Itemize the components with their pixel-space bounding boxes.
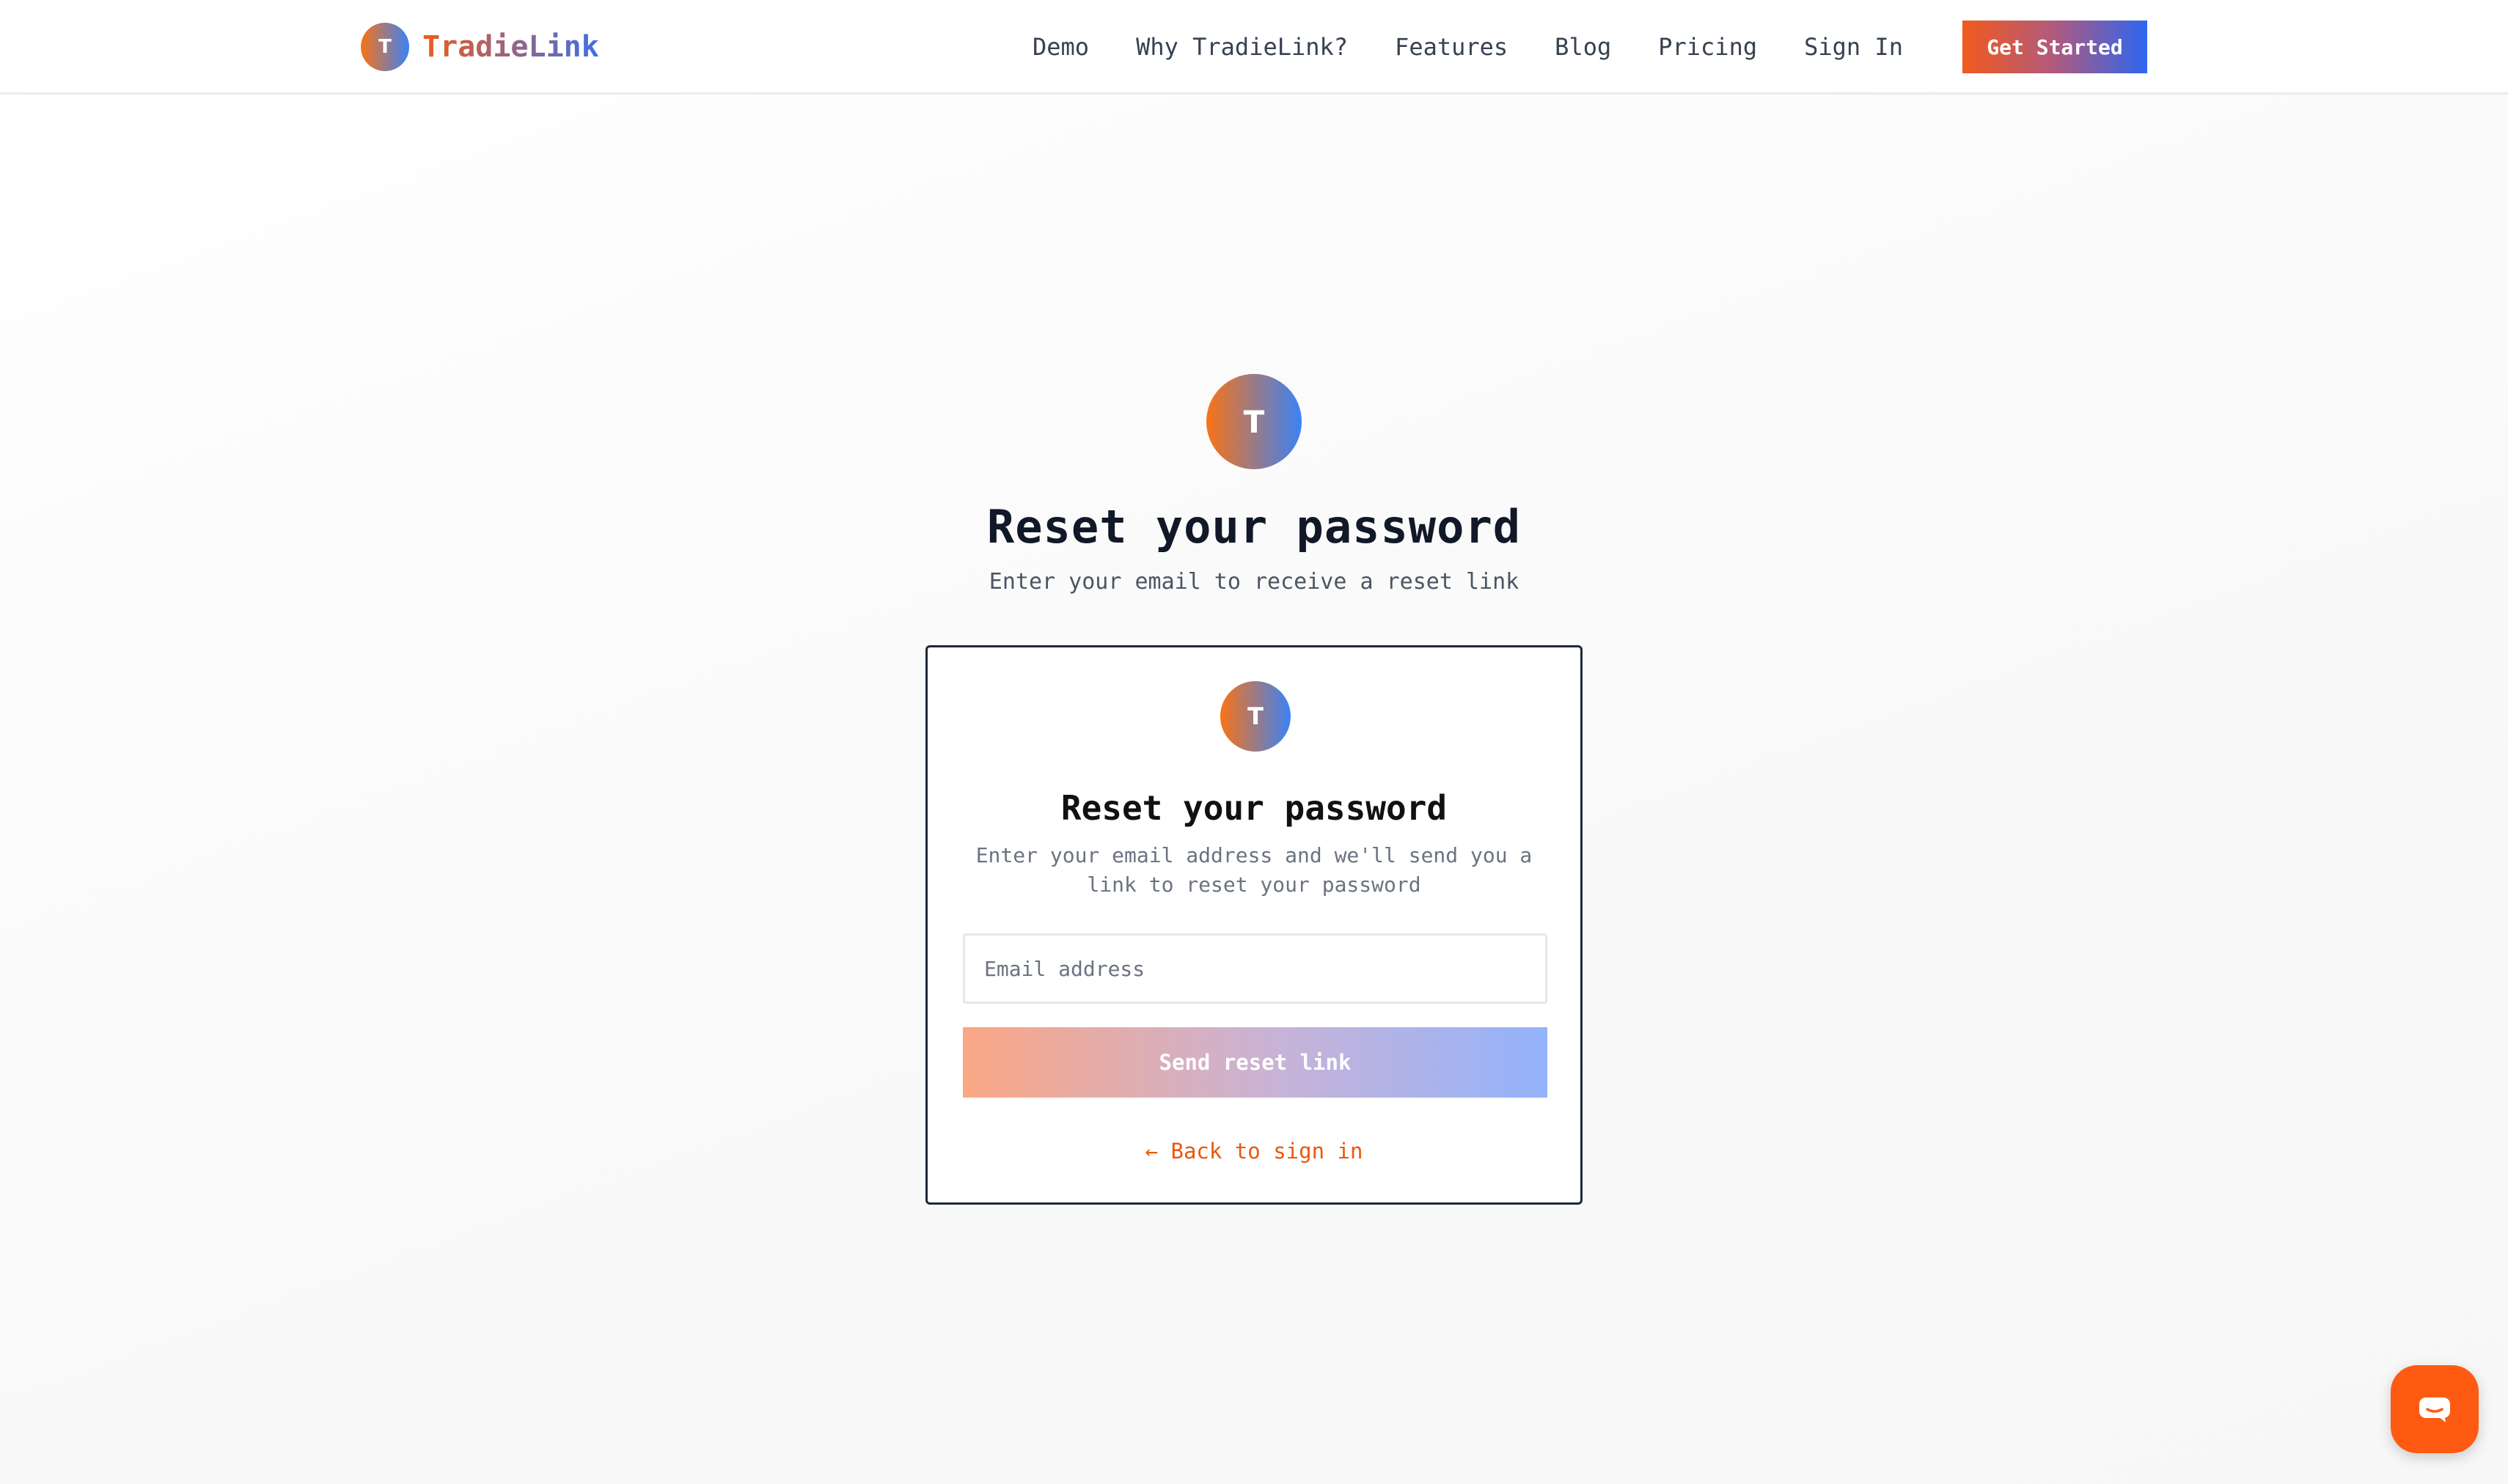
card-logo-icon: T (1220, 681, 1291, 752)
site-header: T TradieLink Demo Why TradieLink? Featur… (0, 0, 2508, 95)
main-nav: Demo Why TradieLink? Features Blog Prici… (1033, 21, 1903, 73)
page-title: Reset your password (986, 500, 1522, 554)
brand-name: TradieLink (422, 30, 599, 64)
send-reset-link-button[interactable]: Send reset link (963, 1027, 1547, 1098)
nav-demo[interactable]: Demo (1033, 33, 1089, 61)
brand-home-link[interactable]: T TradieLink (361, 22, 599, 72)
nav-why-tradielink[interactable]: Why TradieLink? (1136, 33, 1348, 61)
card-title: Reset your password (1060, 788, 1448, 828)
nav-blog[interactable]: Blog (1555, 33, 1611, 61)
nav-pricing[interactable]: Pricing (1658, 33, 1757, 61)
card-description: Enter your email address and we'll send … (975, 843, 1533, 897)
email-input[interactable] (963, 933, 1547, 1004)
page-subtitle: Enter your email to receive a reset link (989, 569, 1519, 595)
chat-button[interactable] (2391, 1365, 2479, 1453)
back-to-sign-in-link[interactable]: ← Back to sign in (928, 1139, 1580, 1164)
reset-password-page: T TradieLink Demo Why TradieLink? Featur… (0, 0, 2508, 1484)
get-started-button[interactable]: Get Started (1962, 21, 2147, 73)
brand-logo-icon: T (361, 23, 409, 71)
hero-logo-icon: T (1206, 374, 1302, 469)
chat-bubble-icon (2419, 1397, 2450, 1422)
reset-password-card: T Reset your password Enter your email a… (925, 645, 1583, 1205)
nav-sign-in[interactable]: Sign In (1804, 33, 1903, 61)
nav-features[interactable]: Features (1395, 33, 1508, 61)
